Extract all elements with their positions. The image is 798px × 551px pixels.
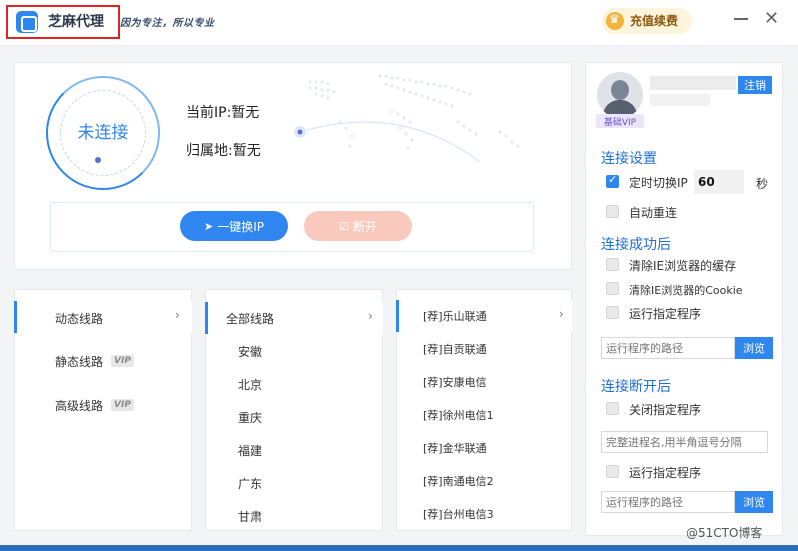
- world-map-graphic: [294, 74, 520, 163]
- chevron-right-icon: ›: [368, 309, 373, 323]
- app-name: 芝麻代理: [48, 14, 104, 30]
- connect-settings-title: 连接设置: [601, 151, 657, 167]
- chevron-right-icon: ›: [175, 308, 180, 322]
- run-program-2-label: 运行指定程序: [629, 466, 702, 480]
- disconnect-label: 断开: [352, 219, 377, 234]
- auto-reconnect-label: 自动重连: [629, 206, 678, 220]
- chevron-right-icon: ›: [559, 307, 564, 321]
- region-item[interactable]: 北京: [238, 376, 262, 393]
- region-item[interactable]: 广东: [238, 475, 262, 492]
- run-program-label: 运行指定程序: [629, 307, 702, 321]
- timer-switch-label: 定时切换IP: [629, 176, 688, 190]
- region-item[interactable]: 福建: [238, 442, 262, 459]
- bottom-bar: [0, 545, 798, 551]
- after-disconnect-title: 连接断开后: [601, 379, 671, 395]
- run-program-checkbox[interactable]: [606, 306, 619, 319]
- paper-plane-icon: ➤: [204, 219, 214, 233]
- app-logo-icon: [16, 11, 38, 33]
- location-label: 归属地:暂无: [186, 143, 261, 159]
- disconnect-icon: ☑: [339, 219, 349, 233]
- username-redacted: [650, 76, 736, 90]
- node-label: [荐]乐山联通: [423, 310, 487, 323]
- action-button-frame: [50, 202, 534, 252]
- region-item[interactable]: 重庆: [238, 409, 262, 426]
- auto-reconnect-checkbox[interactable]: [606, 205, 619, 218]
- program-path-input[interactable]: [601, 337, 735, 359]
- clear-cache-checkbox[interactable]: [606, 258, 619, 271]
- logout-button[interactable]: 注销: [738, 76, 772, 94]
- status-dot-icon: [95, 157, 101, 163]
- line-type-label: 静态线路: [55, 355, 104, 369]
- line-type-panel: 动态线路 › 静态线路 VIP 高级线路 VIP: [14, 289, 192, 531]
- vip-tag: VIP: [111, 399, 134, 411]
- avatar[interactable]: [597, 72, 643, 118]
- app-slogan: 因为专注，所以专业: [120, 18, 215, 29]
- line-type-label: 高级线路: [55, 399, 104, 413]
- line-type-label: 动态线路: [55, 312, 104, 326]
- clear-cookie-label: 清除IE浏览器的Cookie: [629, 284, 743, 297]
- region-item[interactable]: 安徽: [238, 343, 262, 360]
- process-name-input[interactable]: [601, 431, 768, 453]
- timer-switch-checkbox[interactable]: [606, 173, 619, 188]
- connection-status: 未连接: [77, 123, 129, 143]
- vip-tag: VIP: [111, 355, 134, 367]
- disconnect-button[interactable]: ☑ 断开: [304, 211, 412, 241]
- after-connect-title: 连接成功后: [601, 237, 671, 253]
- node-item[interactable]: [荐]台州电信3: [423, 506, 494, 522]
- node-item[interactable]: [荐]徐州电信1: [423, 407, 494, 423]
- node-panel: [荐]乐山联通 › [荐]自贡联通 [荐]安康电信 [荐]徐州电信1 [荐]金华…: [396, 289, 572, 531]
- clear-cookie-checkbox[interactable]: [606, 282, 619, 295]
- program-path-2-input[interactable]: [601, 491, 735, 513]
- region-item[interactable]: 甘肃: [238, 508, 262, 525]
- close-program-label: 关闭指定程序: [629, 403, 702, 417]
- region-label: 全部线路: [226, 312, 275, 326]
- node-item[interactable]: [荐]金华联通: [423, 440, 487, 456]
- timer-unit: 秒: [756, 177, 769, 191]
- recharge-label[interactable]: 充值续费: [630, 12, 678, 29]
- clear-cache-label: 清除IE浏览器的缓存: [629, 259, 737, 273]
- node-item[interactable]: [荐]自贡联通: [423, 341, 487, 357]
- minimize-button[interactable]: [734, 18, 748, 20]
- switch-ip-label: 一键换IP: [217, 219, 264, 234]
- run-program-2-checkbox[interactable]: [606, 465, 619, 478]
- node-item[interactable]: [荐]安康电信: [423, 374, 487, 390]
- user-detail-redacted: [650, 94, 710, 106]
- region-panel: 全部线路 › 安徽 北京 重庆 福建 广东 甘肃: [205, 289, 383, 531]
- switch-ip-button[interactable]: ➤ 一键换IP: [180, 211, 288, 241]
- browse-2-button[interactable]: 浏览: [735, 491, 773, 513]
- watermark: @51CTO博客: [686, 526, 763, 540]
- crown-icon: [606, 12, 624, 30]
- browse-button[interactable]: 浏览: [735, 337, 773, 359]
- current-ip-label: 当前IP:暂无: [186, 105, 260, 121]
- node-item[interactable]: [荐]南通电信2: [423, 473, 494, 489]
- close-program-checkbox[interactable]: [606, 402, 619, 415]
- timer-seconds-input[interactable]: 60: [694, 170, 744, 194]
- close-button[interactable]: ✕: [764, 8, 779, 29]
- vip-level-badge: 基础VIP: [596, 114, 644, 128]
